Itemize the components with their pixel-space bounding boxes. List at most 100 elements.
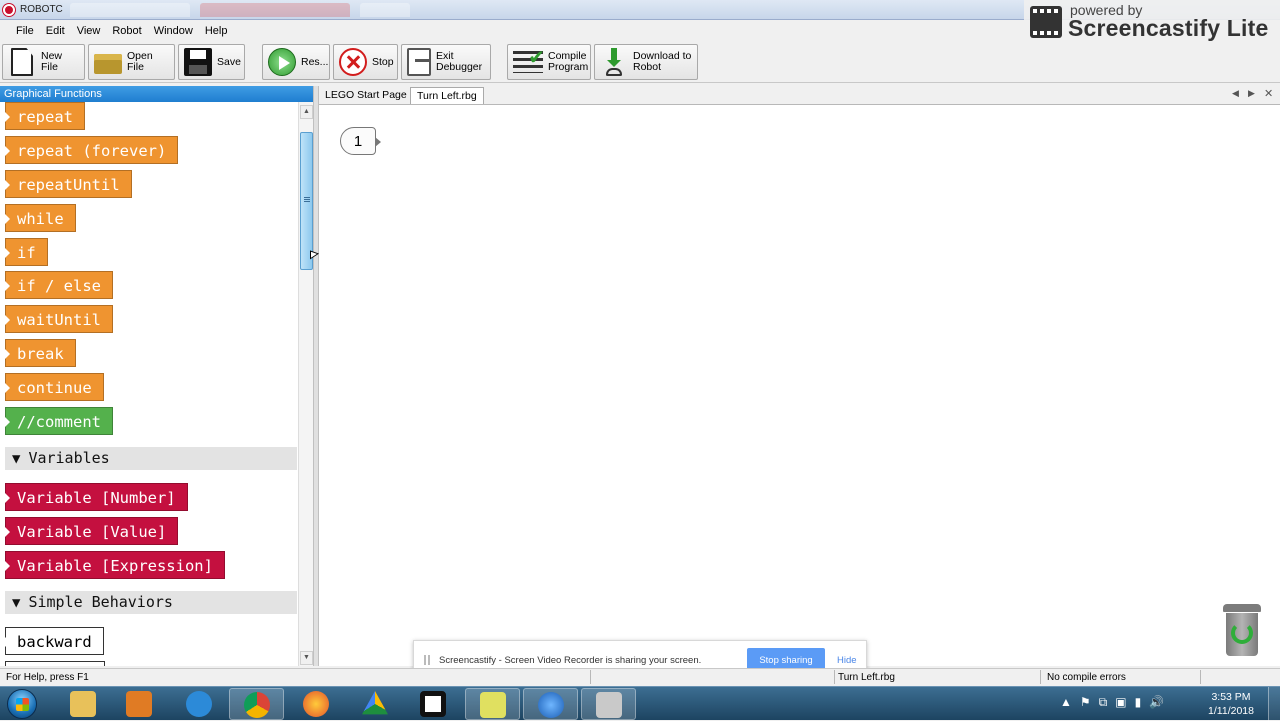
block-variable-number[interactable]: Variable [Number] — [5, 483, 188, 511]
menu-file[interactable]: File — [10, 25, 40, 37]
hide-link[interactable]: Hide — [837, 655, 857, 666]
line-number-block[interactable]: 1 — [340, 127, 381, 155]
block-if-else[interactable]: if / else — [5, 271, 113, 299]
resume-label: Res... — [301, 55, 329, 68]
collapse-triangle-icon: ▼ — [12, 451, 21, 467]
block-comment[interactable]: //comment — [5, 407, 113, 435]
scroll-down-icon[interactable]: ▼ — [300, 651, 313, 665]
trash-can-icon[interactable] — [1223, 604, 1261, 656]
stop-label: Stop — [372, 55, 394, 68]
action-center-flag-icon[interactable]: ⚑ — [1080, 695, 1091, 710]
tab-scroll-left-icon[interactable]: ◀ — [1232, 88, 1239, 99]
block-variable-value[interactable]: Variable [Value] — [5, 517, 179, 545]
status-bar: For Help, press F1 Turn Left.rbg No comp… — [0, 668, 1280, 685]
collapse-triangle-icon: ▼ — [12, 595, 21, 611]
firefox-taskbar-button[interactable] — [289, 688, 344, 720]
program-icon — [596, 692, 622, 718]
scroll-up-icon[interactable]: ▲ — [300, 105, 313, 119]
floppy-disk-icon — [184, 48, 212, 76]
section-variables[interactable]: ▼ Variables — [5, 447, 297, 470]
robotc-taskbar-button[interactable] — [523, 688, 578, 720]
palette-header: Graphical Functions — [0, 86, 313, 102]
dropbox-icon[interactable]: ⧉ — [1099, 695, 1108, 710]
close-tab-icon[interactable]: ✕ — [1264, 87, 1273, 100]
system-clock[interactable]: 3:53 PM 1/11/2018 — [1196, 690, 1266, 718]
block-break[interactable]: break — [5, 339, 76, 367]
status-help-text: For Help, press F1 — [6, 672, 89, 683]
block-partial[interactable] — [5, 661, 105, 666]
folder-icon — [94, 54, 122, 74]
status-file-name: Turn Left.rbg — [838, 672, 895, 683]
menu-edit[interactable]: Edit — [40, 25, 71, 37]
section-simple-behaviors-label: Simple Behaviors — [28, 593, 173, 611]
media-taskbar-button[interactable] — [112, 688, 167, 720]
save-button[interactable]: Save — [178, 44, 245, 80]
block-repeat-forever[interactable]: repeat (forever) — [5, 136, 179, 164]
device-icon[interactable]: ▣ — [1115, 695, 1126, 710]
system-tray: ▲ ⚑ ⧉ ▣ ▮ 🔊 — [1060, 695, 1164, 710]
menu-robot[interactable]: Robot — [106, 25, 147, 37]
windows-taskbar: ▲ ⚑ ⧉ ▣ ▮ 🔊 3:53 PM 1/11/2018 — [0, 686, 1280, 721]
program-canvas[interactable]: 1 — [319, 104, 1280, 666]
robotc-icon — [538, 692, 564, 718]
network-signal-icon[interactable]: ▮ — [1135, 695, 1142, 710]
volume-icon[interactable]: 🔊 — [1149, 695, 1164, 710]
palette-scrollbar[interactable]: ▲ ▼ — [298, 102, 313, 666]
folder-icon — [70, 691, 96, 717]
menu-help[interactable]: Help — [199, 25, 234, 37]
exit-debugger-button[interactable]: Exit Debugger — [401, 44, 491, 80]
new-file-icon — [11, 48, 33, 76]
drag-handle-icon[interactable] — [424, 655, 430, 665]
download-to-robot-button[interactable]: Download to Robot — [594, 44, 698, 80]
drive-taskbar-button[interactable] — [348, 688, 403, 720]
stop-button[interactable]: Stop — [333, 44, 398, 80]
block-if[interactable]: if — [5, 238, 48, 266]
skype-taskbar-button[interactable] — [406, 688, 461, 720]
open-file-button[interactable]: Open File — [88, 44, 175, 80]
background-browser-tab — [360, 3, 410, 17]
exit-debugger-label-line2: Debugger — [436, 61, 483, 73]
menu-window[interactable]: Window — [148, 25, 199, 37]
grip-icon — [304, 197, 310, 203]
show-desktop-button[interactable] — [1268, 687, 1280, 721]
chrome-taskbar-button[interactable] — [229, 688, 284, 720]
status-compile: No compile errors — [1047, 672, 1126, 683]
block-while[interactable]: while — [5, 204, 76, 232]
compile-program-button[interactable]: CompileProgram — [507, 44, 591, 80]
tab-scroll-right-icon[interactable]: ▶ — [1248, 88, 1255, 99]
compile-label-line2: Program — [548, 61, 589, 73]
background-browser-tab — [70, 3, 190, 17]
screencastify-watermark: powered by Screencastify Lite — [1024, 0, 1280, 44]
background-browser-tab — [200, 3, 350, 17]
block-repeat[interactable]: repeat — [5, 102, 85, 130]
save-label: Save — [217, 55, 241, 68]
section-simple-behaviors[interactable]: ▼ Simple Behaviors — [5, 591, 297, 614]
block-repeat-until[interactable]: repeatUntil — [5, 170, 132, 198]
block-variable-expression[interactable]: Variable [Expression] — [5, 551, 225, 579]
window-title: ROBOTC — [20, 4, 63, 15]
explorer-taskbar-button[interactable] — [56, 688, 111, 720]
download-label-line2: Robot — [633, 61, 662, 73]
scrollbar-thumb[interactable] — [300, 132, 313, 270]
tab-turn-left[interactable]: Turn Left.rbg — [410, 87, 484, 104]
robot-virtual-worlds-taskbar-button[interactable] — [465, 688, 520, 720]
resume-button[interactable]: Res... — [262, 44, 330, 80]
block-wait-until[interactable]: waitUntil — [5, 305, 113, 333]
menu-view[interactable]: View — [71, 25, 107, 37]
new-file-button[interactable]: New File — [2, 44, 85, 80]
skype-icon — [420, 691, 446, 717]
block-backward[interactable]: backward — [5, 627, 104, 655]
program-taskbar-button[interactable] — [581, 688, 636, 720]
clock-date: 1/11/2018 — [1208, 705, 1254, 717]
show-hidden-icons-icon[interactable]: ▲ — [1060, 695, 1072, 710]
ie-taskbar-button[interactable] — [172, 688, 227, 720]
download-label: Download to Robot — [633, 51, 691, 73]
play-icon — [268, 48, 296, 76]
block-continue[interactable]: continue — [5, 373, 104, 401]
compile-checklist-icon — [513, 51, 545, 73]
main-toolbar: New File Open File Save Res... Stop Exit… — [0, 41, 1280, 83]
start-button-icon[interactable] — [7, 689, 37, 719]
firefox-icon — [303, 691, 329, 717]
exit-debugger-icon — [407, 48, 431, 76]
tab-lego-start-page[interactable]: LEGO Start Page — [319, 87, 413, 104]
